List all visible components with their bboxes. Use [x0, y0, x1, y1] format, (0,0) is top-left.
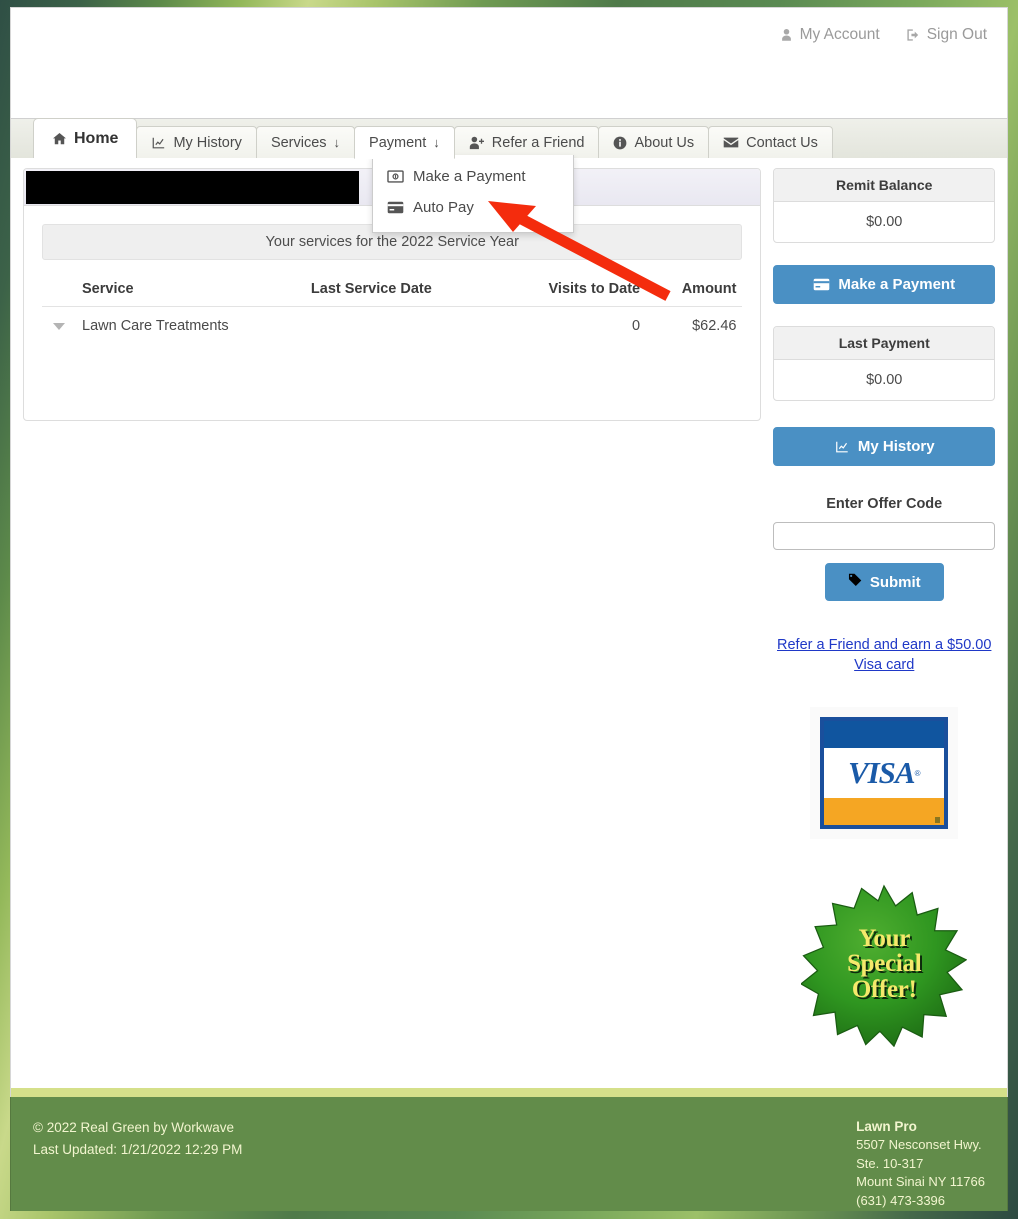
- last-payment-box: Last Payment $0.00: [773, 326, 995, 401]
- company-name: Lawn Pro: [856, 1119, 917, 1134]
- main-column: Your services for the 2022 Service Year …: [23, 168, 762, 1088]
- main-navigation: Home My History Services ↓ Payment ↓ Ref…: [10, 118, 1008, 159]
- tab-refer-a-friend[interactable]: Refer a Friend: [453, 126, 600, 158]
- visa-logo-image: VISA ®: [810, 707, 959, 839]
- user-plus-icon: [469, 136, 485, 150]
- table-header-amount: Amount: [646, 274, 743, 307]
- table-header-service: Service: [76, 274, 305, 307]
- tab-about-us[interactable]: About Us: [598, 126, 710, 158]
- chevron-down-icon: ↓: [433, 135, 440, 150]
- special-offer-badge[interactable]: Your Special Offer!: [801, 881, 968, 1047]
- tab-home[interactable]: Home: [33, 118, 138, 158]
- table-header-last-service-date: Last Service Date: [304, 274, 497, 307]
- remit-balance-box: Remit Balance $0.00: [773, 168, 995, 243]
- special-offer-wrapper: Your Special Offer!: [773, 881, 995, 1047]
- footer-last-updated: Last Updated: 1/21/2022 12:29 PM: [33, 1141, 243, 1157]
- panel-body: Your services for the 2022 Service Year …: [24, 206, 760, 420]
- menu-item-auto-pay[interactable]: Auto Pay: [373, 192, 573, 223]
- row-last-service-date: [305, 307, 497, 346]
- footer-stripe: [10, 1088, 1008, 1097]
- chart-line-icon: [151, 136, 166, 149]
- envelope-icon: [723, 136, 739, 149]
- menu-item-make-a-payment-label: Make a Payment: [413, 168, 526, 185]
- footer-copyright: © 2022 Real Green by Workwave: [33, 1120, 235, 1135]
- visa-bottom-bar: [824, 798, 945, 825]
- tab-payment[interactable]: Payment ↓: [354, 126, 455, 159]
- row-amount: $62.46: [692, 318, 737, 334]
- remit-balance-title: Remit Balance: [774, 169, 994, 202]
- submit-offer-code-button[interactable]: Submit: [824, 563, 944, 601]
- footer-company-info: Lawn Pro 5507 Nesconset Hwy. Ste. 10-317…: [856, 1117, 985, 1210]
- table-header-visits-to-date: Visits to Date: [496, 274, 647, 307]
- credit-card-icon: [387, 201, 404, 214]
- row-service: Lawn Care Treatments: [82, 318, 229, 334]
- account-links: My Account Sign Out: [780, 26, 987, 44]
- row-visits-to-date: 0: [632, 318, 641, 334]
- user-icon: [780, 28, 793, 42]
- redaction-bar: [26, 171, 359, 204]
- tab-services[interactable]: Services ↓: [255, 126, 356, 158]
- money-bill-icon: [387, 170, 404, 183]
- my-account-link[interactable]: My Account: [780, 26, 880, 44]
- last-payment-title: Last Payment: [774, 327, 994, 360]
- info-icon: [613, 136, 627, 150]
- make-a-payment-label: Make a Payment: [838, 276, 956, 293]
- tab-about-us-label: About Us: [634, 134, 695, 151]
- submit-row: Submit: [773, 563, 995, 601]
- tab-my-history-label: My History: [173, 134, 242, 151]
- tab-refer-a-friend-label: Refer a Friend: [491, 134, 585, 151]
- chevron-down-icon: ↓: [333, 135, 341, 150]
- company-address-3: Mount Sinai NY 11766: [856, 1174, 985, 1190]
- company-address-2: Ste. 10-317: [856, 1155, 924, 1171]
- payment-dropdown-menu: Make a Payment Auto Pay: [372, 155, 574, 233]
- credit-card-icon: [813, 278, 830, 291]
- chart-line-icon: [834, 440, 850, 453]
- make-a-payment-button[interactable]: Make a Payment: [773, 265, 995, 304]
- offer-code-input[interactable]: [773, 522, 995, 550]
- my-history-label: My History: [857, 438, 935, 455]
- tab-home-label: Home: [74, 129, 119, 147]
- submit-label: Submit: [869, 573, 921, 591]
- triangle-down-icon[interactable]: [53, 323, 65, 330]
- tab-contact-us[interactable]: Contact Us: [708, 126, 833, 158]
- tab-contact-us-label: Contact Us: [746, 134, 818, 151]
- footer-left: © 2022 Real Green by Workwave Last Updat…: [33, 1117, 985, 1161]
- offer-code-label: Enter Offer Code: [826, 496, 943, 512]
- row-expander-toggle[interactable]: [42, 307, 76, 346]
- table-header-row: Service Last Service Date Visits to Date…: [42, 274, 743, 307]
- sidebar: Remit Balance $0.00 Make a Payment Last …: [773, 168, 995, 1088]
- services-table: Service Last Service Date Visits to Date…: [42, 274, 743, 346]
- tag-icon: [848, 573, 862, 591]
- sign-out-icon: [906, 28, 920, 42]
- menu-item-auto-pay-label: Auto Pay: [413, 199, 474, 216]
- tab-services-label: Services: [270, 134, 327, 151]
- tab-my-history[interactable]: My History: [136, 126, 257, 158]
- company-phone: (631) 473-3396: [856, 1192, 946, 1208]
- visa-image-wrapper: VISA ®: [773, 707, 995, 839]
- visa-top-bar: [824, 721, 945, 748]
- registered-mark: ®: [914, 768, 921, 778]
- my-history-button[interactable]: My History: [773, 427, 995, 466]
- tab-payment-label: Payment: [369, 134, 427, 151]
- visa-wordmark: VISA: [847, 755, 916, 790]
- company-address-1: 5507 Nesconset Hwy.: [856, 1137, 982, 1153]
- site-header: My Account Sign Out: [10, 7, 1008, 119]
- site-footer: © 2022 Real Green by Workwave Last Updat…: [10, 1097, 1008, 1211]
- table-header-expander: [42, 274, 76, 307]
- home-icon: [52, 132, 67, 146]
- menu-item-make-a-payment[interactable]: Make a Payment: [373, 161, 573, 192]
- table-row[interactable]: Lawn Care Treatments 0 $62.46: [42, 307, 742, 346]
- last-payment-value: $0.00: [866, 372, 903, 388]
- content-area: Your services for the 2022 Service Year …: [10, 158, 1008, 1088]
- sign-out-link[interactable]: Sign Out: [906, 26, 987, 44]
- refer-a-friend-link[interactable]: Refer a Friend and earn a $50.00 Visa ca…: [773, 635, 995, 675]
- my-account-label: My Account: [799, 26, 880, 43]
- remit-balance-value: $0.00: [866, 214, 903, 230]
- sign-out-label: Sign Out: [926, 26, 987, 43]
